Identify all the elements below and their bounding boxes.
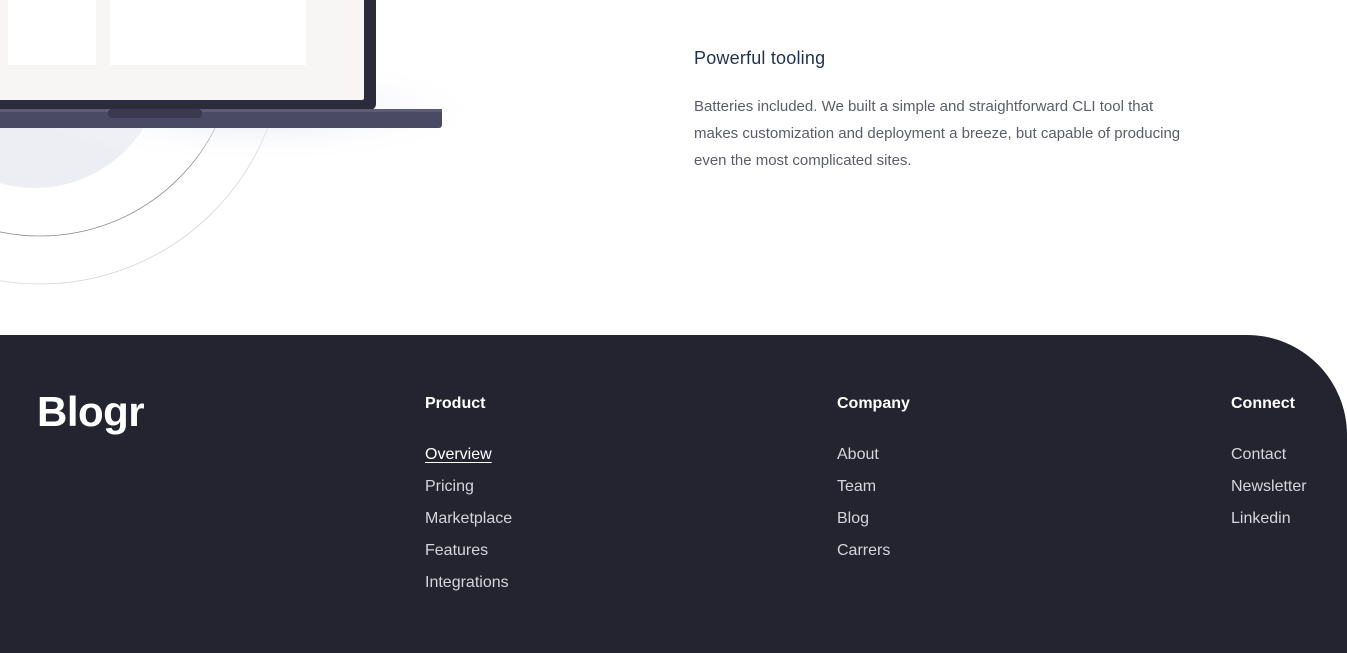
laptop-notch <box>108 109 202 118</box>
footer-link-contact[interactable]: Contact <box>1231 446 1286 463</box>
footer-link-linkedin[interactable]: Linkedin <box>1231 510 1291 527</box>
page: Powerful tooling Batteries included. We … <box>0 0 1347 653</box>
footer-column-product: Product Overview Pricing Marketplace Fea… <box>425 395 512 605</box>
footer-links-product: Overview Pricing Marketplace Features In… <box>425 445 512 605</box>
screen-panel-left <box>8 0 96 65</box>
footer-logo[interactable]: Blogr <box>37 389 145 435</box>
footer-heading-company: Company <box>837 395 910 412</box>
footer-links-connect: Contact Newsletter Linkedin <box>1231 445 1307 541</box>
footer-link-about[interactable]: About <box>837 446 879 463</box>
footer-link-careers[interactable]: Carrers <box>837 542 890 559</box>
footer-link-features[interactable]: Features <box>425 542 488 559</box>
footer: Blogr Product Overview Pricing Marketpla… <box>0 335 1347 653</box>
laptop-illustration <box>0 0 490 285</box>
footer-link-blog[interactable]: Blog <box>837 510 869 527</box>
feature-block: Powerful tooling Batteries included. We … <box>694 48 1194 174</box>
footer-link-pricing[interactable]: Pricing <box>425 478 474 495</box>
footer-link-overview[interactable]: Overview <box>425 446 492 463</box>
footer-link-integrations[interactable]: Integrations <box>425 574 509 591</box>
screen-panel-right <box>110 0 306 65</box>
footer-column-company: Company About Team Blog Carrers <box>837 395 910 573</box>
footer-heading-connect: Connect <box>1231 395 1295 412</box>
feature-description: Batteries included. We built a simple an… <box>694 98 1181 169</box>
footer-column-connect: Connect Contact Newsletter Linkedin <box>1231 395 1307 541</box>
feature-title: Powerful tooling <box>694 48 826 68</box>
footer-link-team[interactable]: Team <box>837 478 876 495</box>
footer-heading-product: Product <box>425 395 486 412</box>
footer-link-marketplace[interactable]: Marketplace <box>425 510 512 527</box>
footer-link-newsletter[interactable]: Newsletter <box>1231 478 1307 495</box>
footer-links-company: About Team Blog Carrers <box>837 445 910 573</box>
